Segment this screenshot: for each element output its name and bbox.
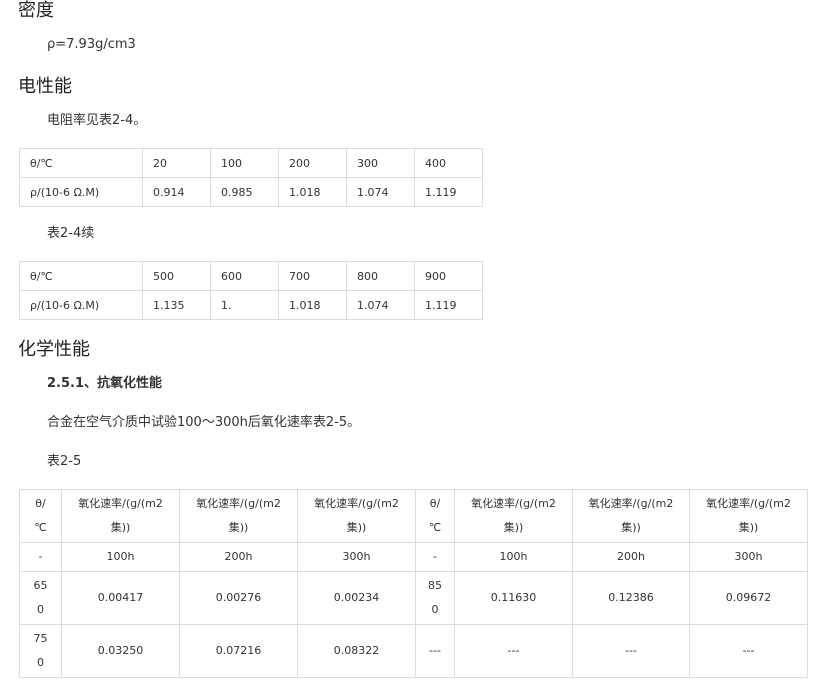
table-caption: 表2-5 [47, 454, 82, 469]
table-cell: 300h [689, 542, 808, 572]
table-cell: 0.12386 [572, 571, 690, 625]
table-row: ρ/(10-6 Ω.M) 0.914 0.985 1.018 1.074 1.1… [19, 177, 483, 207]
cell-line: 0 [37, 603, 44, 616]
section-heading-electrical: 电性能 [18, 76, 72, 97]
table-cell: --- [572, 624, 690, 678]
table-cell: 0.985 [210, 177, 279, 207]
table-cell: 0.00276 [179, 571, 298, 625]
cell-line: 集)) [738, 521, 759, 534]
table-cell: 100 [210, 148, 279, 178]
table-cell: --- [454, 624, 573, 678]
table-row: θ/℃ 20 100 200 300 400 [19, 148, 483, 178]
table-cell: 800 [346, 261, 415, 291]
table-cell: 900 [414, 261, 483, 291]
resistivity-table-continued: θ/℃ 500 600 700 800 900 ρ/(10-6 Ω.M) 1.1… [19, 261, 483, 320]
resistivity-intro: 电阻率见表2-4。 [47, 113, 147, 128]
table-cell: 200 [278, 148, 347, 178]
table-cell: 0.09672 [689, 571, 808, 625]
table-cell: - [415, 542, 455, 572]
table-cell: 1. [210, 290, 279, 320]
table-cell: 1.018 [278, 290, 347, 320]
cell-line: 氧化速率/(g/(m2 [588, 497, 674, 510]
cell-line: 0 [37, 656, 44, 669]
cell-line: 氧化速率/(g/(m2 [196, 497, 281, 510]
table-header-cell: 氧化速率/(g/(m2 集)) [179, 489, 298, 543]
table-cell: 0.07216 [179, 624, 298, 678]
cell-line: 氧化速率/(g/(m2 [78, 497, 163, 510]
table-cell: 1.074 [346, 290, 415, 320]
table-cell: 100h [61, 542, 180, 572]
cell-line: 氧化速率/(g/(m2 [706, 497, 791, 510]
cell-line: 65 [33, 579, 48, 592]
section-heading-chemical: 化学性能 [18, 339, 90, 360]
table-cell: 600 [210, 261, 279, 291]
table-cell: --- [415, 624, 455, 678]
cell-line: θ/ [429, 497, 441, 510]
table-cell: 300h [297, 542, 416, 572]
table-header-cell: 氧化速率/(g/(m2 集)) [572, 489, 690, 543]
cell-line: 氧化速率/(g/(m2 [314, 497, 399, 510]
table-cell: 0.914 [142, 177, 211, 207]
table-header-cell: 氧化速率/(g/(m2 集)) [689, 489, 808, 543]
table-cell: 1.018 [278, 177, 347, 207]
table-row: ρ/(10-6 Ω.M) 1.135 1. 1.018 1.074 1.119 [19, 290, 483, 320]
table-cell: 65 0 [19, 571, 62, 625]
cell-line: 氧化速率/(g/(m2 [471, 497, 556, 510]
table-row: 75 0 0.03250 0.07216 0.08322 --- --- --- … [19, 624, 808, 678]
table-cell: 0.03250 [61, 624, 180, 678]
table-cell: 0.00234 [297, 571, 416, 625]
subsection-heading-oxidation: 2.5.1、抗氧化性能 [47, 376, 163, 391]
table-continued-caption: 表2-4续 [47, 226, 95, 241]
table-cell: 0.00417 [61, 571, 180, 625]
table-cell: 85 0 [415, 571, 455, 625]
table-header-cell: θ/ ℃ [19, 489, 62, 543]
table-cell: ρ/(10-6 Ω.M) [19, 290, 143, 320]
resistivity-table: θ/℃ 20 100 200 300 400 ρ/(10-6 Ω.M) 0.91… [19, 148, 483, 207]
cell-line: ℃ [428, 521, 442, 534]
cell-line: 集)) [346, 521, 367, 534]
table-cell: 100h [454, 542, 573, 572]
table-cell: 200h [179, 542, 298, 572]
cell-line: 集)) [503, 521, 524, 534]
table-cell: 200h [572, 542, 690, 572]
table-cell: 300 [346, 148, 415, 178]
table-row: - 100h 200h 300h - 100h 200h 300h [19, 542, 808, 572]
table-cell: 700 [278, 261, 347, 291]
section-heading-density: 密度 [18, 0, 54, 21]
cell-line: 75 [33, 632, 48, 645]
table-header-cell: θ/ ℃ [415, 489, 455, 543]
table-cell: θ/℃ [19, 261, 143, 291]
cell-line: ℃ [34, 521, 47, 534]
table-header-cell: 氧化速率/(g/(m2 集)) [297, 489, 416, 543]
table-cell: 1.119 [414, 290, 483, 320]
table-cell: 400 [414, 148, 483, 178]
table-cell: 500 [142, 261, 211, 291]
oxidation-rate-table: θ/ ℃ 氧化速率/(g/(m2 集)) 氧化速率/(g/(m2 集)) 氧化速率/(… [19, 489, 808, 678]
table-header-cell: 氧化速率/(g/(m2 集)) [61, 489, 180, 543]
table-cell: 20 [142, 148, 211, 178]
cell-line: 85 [428, 579, 442, 592]
table-row: 65 0 0.00417 0.00276 0.00234 85 0 0.11630 … [19, 571, 808, 625]
cell-line: 集)) [110, 521, 131, 534]
table-cell: θ/℃ [19, 148, 143, 178]
table-row: θ/℃ 500 600 700 800 900 [19, 261, 483, 291]
cell-line: 集)) [621, 521, 641, 534]
table-cell: --- [689, 624, 808, 678]
table-cell: 1.135 [142, 290, 211, 320]
table-cell: 1.074 [346, 177, 415, 207]
table-cell: ρ/(10-6 Ω.M) [19, 177, 143, 207]
table-cell: - [19, 542, 62, 572]
table-cell: 1.119 [414, 177, 483, 207]
cell-line: 0 [431, 603, 439, 616]
oxidation-intro: 合金在空气介质中试验100～300h后氧化速率表2-5。 [47, 415, 361, 430]
table-header-row: θ/ ℃ 氧化速率/(g/(m2 集)) 氧化速率/(g/(m2 集)) 氧化速率/(… [19, 489, 808, 543]
table-header-cell: 氧化速率/(g/(m2 集)) [454, 489, 573, 543]
density-value: ρ=7.93g/cm3 [47, 37, 136, 52]
table-cell: 75 0 [19, 624, 62, 678]
cell-line: 集)) [228, 521, 249, 534]
table-cell: 0.08322 [297, 624, 416, 678]
table-cell: 0.11630 [454, 571, 573, 625]
cell-line: θ/ [35, 497, 46, 510]
